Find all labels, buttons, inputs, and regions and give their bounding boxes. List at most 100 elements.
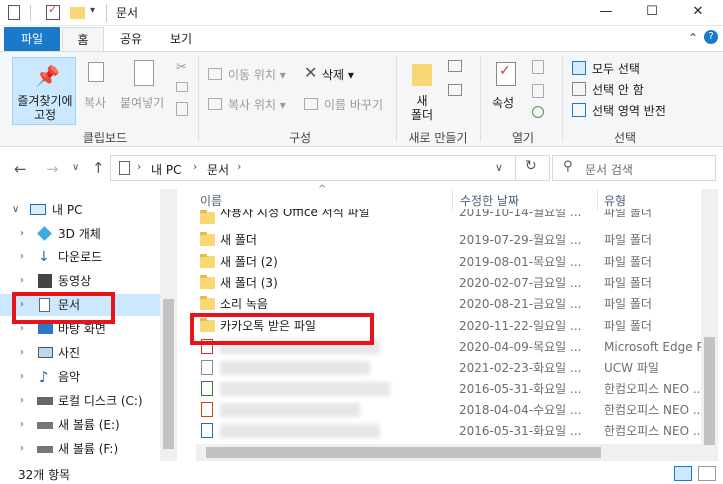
collapsed-chevron-icon[interactable]: › (20, 223, 24, 245)
select-all-icon (572, 61, 586, 75)
nav-item-music[interactable]: › ♪ 음악 (0, 366, 160, 388)
copy-button[interactable]: 복사 (82, 60, 112, 116)
tab-view[interactable]: 보기 (160, 27, 202, 51)
breadcrumb-this-pc[interactable]: 내 PC (151, 161, 181, 178)
folder-quick-icon[interactable] (70, 7, 85, 19)
pin-to-quick-access-button[interactable]: 📌 즐겨찾기에 고정 (12, 57, 76, 125)
back-arrow-icon[interactable]: ← (14, 160, 27, 178)
column-header-name[interactable]: 이름 (200, 192, 222, 209)
customize-quick-access-icon[interactable]: ▾ (90, 5, 95, 16)
title-bar: ✓ ▾ 문서 — ☐ ✕ (0, 0, 723, 26)
file-row[interactable]: 새 폴더 (2) 2019-08-01-목요일 ... 파일 폴더 (196, 251, 701, 273)
highlight-documents-box (12, 292, 115, 324)
file-row[interactable]: 2016-05-31-화요일 ... 한컴오피스 NEO ... (196, 420, 701, 442)
collapsed-chevron-icon[interactable]: › (20, 438, 24, 460)
file-row[interactable]: 2021-02-23-화요일 ... UCW 파일 (196, 357, 701, 379)
nav-item-downloads[interactable]: › ↓ 다운로드 (0, 246, 160, 268)
address-field[interactable]: › 내 PC › 문서 › ∨ ↻ (110, 155, 550, 181)
file-row[interactable]: 새 폴더 (3) 2020-02-07-금요일 ... 파일 폴더 (196, 272, 701, 294)
file-row[interactable]: 소리 녹음 2020-08-21-금요일 ... 파일 폴더 (196, 293, 701, 315)
collapsed-chevron-icon[interactable]: › (20, 414, 24, 436)
tab-home[interactable]: 홈 (62, 27, 104, 51)
copy-path-icon[interactable] (176, 82, 188, 92)
disk-icon (37, 422, 53, 429)
forward-arrow-icon[interactable]: → (46, 160, 59, 178)
file-type: 한컴오피스 NEO ... (604, 382, 701, 396)
new-group-label: 새로 만들기 (408, 131, 468, 145)
file-name: 소리 녹음 (220, 297, 268, 311)
file-list-horizontal-scrollbar[interactable] (196, 444, 701, 461)
edit-icon[interactable] (532, 84, 544, 98)
file-row[interactable]: 새 폴더 2019-07-29-월요일 ... 파일 폴더 (196, 229, 701, 251)
file-row[interactable]: 사용자 지정 Office 서식 파일 2019-10-14-월요일 ... 파… (196, 209, 701, 226)
download-icon: ↓ (38, 249, 50, 265)
organize-group-label: 구성 (288, 131, 312, 145)
file-type: 파일 폴더 (604, 276, 652, 290)
open-icon[interactable] (532, 60, 544, 74)
new-item-icon[interactable] (448, 60, 462, 72)
column-divider[interactable] (452, 190, 453, 210)
refresh-icon[interactable]: ↻ (525, 158, 537, 174)
properties-quick-icon[interactable] (8, 5, 20, 20)
nav-scroll-thumb[interactable] (163, 299, 174, 449)
column-divider[interactable] (597, 190, 598, 210)
video-icon (38, 274, 52, 288)
horizontal-scroll-thumb[interactable] (206, 447, 601, 458)
minimize-button[interactable]: — (583, 0, 629, 26)
recent-locations-chevron-icon[interactable]: ∨ (72, 162, 79, 173)
vertical-scroll-thumb[interactable] (704, 337, 715, 445)
collapsed-chevron-icon[interactable]: › (20, 270, 24, 292)
collapsed-chevron-icon[interactable]: › (20, 342, 24, 364)
paste-button[interactable]: 붙여넣기 (120, 60, 170, 116)
collapsed-chevron-icon[interactable]: › (20, 366, 24, 388)
nav-item-local-disk-c[interactable]: › 로컬 디스크 (C:) (0, 390, 160, 412)
select-none-label: 선택 안 함 (592, 83, 644, 97)
close-button[interactable]: ✕ (675, 0, 721, 26)
help-icon[interactable]: ? (704, 30, 718, 44)
file-name: 새 폴더 (3) (220, 276, 278, 290)
nav-item-volume-f[interactable]: › 새 볼륨 (F:) (0, 438, 160, 460)
music-icon: ♪ (39, 368, 49, 386)
nav-item-3d-objects[interactable]: › 3D 개체 (0, 223, 160, 245)
file-list-vertical-scrollbar[interactable] (701, 189, 718, 461)
large-icons-view-icon[interactable] (698, 466, 716, 481)
easy-access-icon[interactable] (448, 84, 462, 96)
nav-item-pictures[interactable]: › 사진 (0, 342, 160, 364)
cut-icon[interactable]: ✂ (176, 60, 187, 75)
rename-label: 이름 바꾸기 (324, 98, 384, 112)
column-header-type[interactable]: 유형 (604, 192, 626, 209)
tab-share[interactable]: 공유 (110, 27, 152, 51)
details-view-icon[interactable] (674, 466, 692, 481)
nav-item-videos[interactable]: › 동영상 (0, 270, 160, 292)
column-header-date[interactable]: 수정한 날짜 (460, 192, 519, 209)
disk-icon (37, 397, 53, 405)
paste-shortcut-icon[interactable] (176, 102, 188, 116)
breadcrumb-documents[interactable]: 문서 (207, 161, 229, 178)
file-row[interactable]: 2016-05-31-화요일 ... 한컴오피스 NEO ... (196, 378, 701, 400)
properties-button[interactable]: ✓ 속성 (486, 58, 528, 124)
window-title: 문서 (116, 6, 139, 20)
ribbon-collapse-icon[interactable]: ⌃ (688, 31, 698, 45)
file-row[interactable]: 2018-04-04-수요일 ... 한컴오피스 NEO ... (196, 399, 701, 421)
maximize-button[interactable]: ☐ (629, 0, 675, 26)
up-arrow-icon[interactable]: ↑ (92, 159, 105, 177)
divider (515, 156, 516, 180)
tab-file[interactable]: 파일 (4, 27, 60, 51)
folder-icon (200, 232, 215, 246)
address-dropdown-icon[interactable]: ∨ (495, 161, 503, 174)
history-icon[interactable] (532, 106, 544, 118)
new-folder-button[interactable]: 새 폴더 (402, 58, 442, 124)
checklist-quick-icon[interactable]: ✓ (46, 3, 60, 20)
collapsed-chevron-icon[interactable]: › (20, 246, 24, 268)
nav-item-volume-e[interactable]: › 새 볼륨 (E:) (0, 414, 160, 436)
collapsed-chevron-icon[interactable]: › (20, 390, 24, 412)
paste-label: 붙여넣기 (120, 96, 165, 110)
search-field[interactable]: ⚲ 문서 검색 (552, 155, 716, 181)
nav-scrollbar[interactable] (160, 189, 177, 461)
nav-item-this-pc[interactable]: ∨ 내 PC (0, 199, 160, 221)
folder-icon (200, 296, 215, 310)
expanded-chevron-icon[interactable]: ∨ (12, 199, 19, 221)
file-type: 한컴오피스 NEO ... (604, 403, 701, 417)
nav-label: 사진 (58, 346, 81, 360)
file-date: 2019-10-14-월요일 ... (459, 209, 582, 219)
